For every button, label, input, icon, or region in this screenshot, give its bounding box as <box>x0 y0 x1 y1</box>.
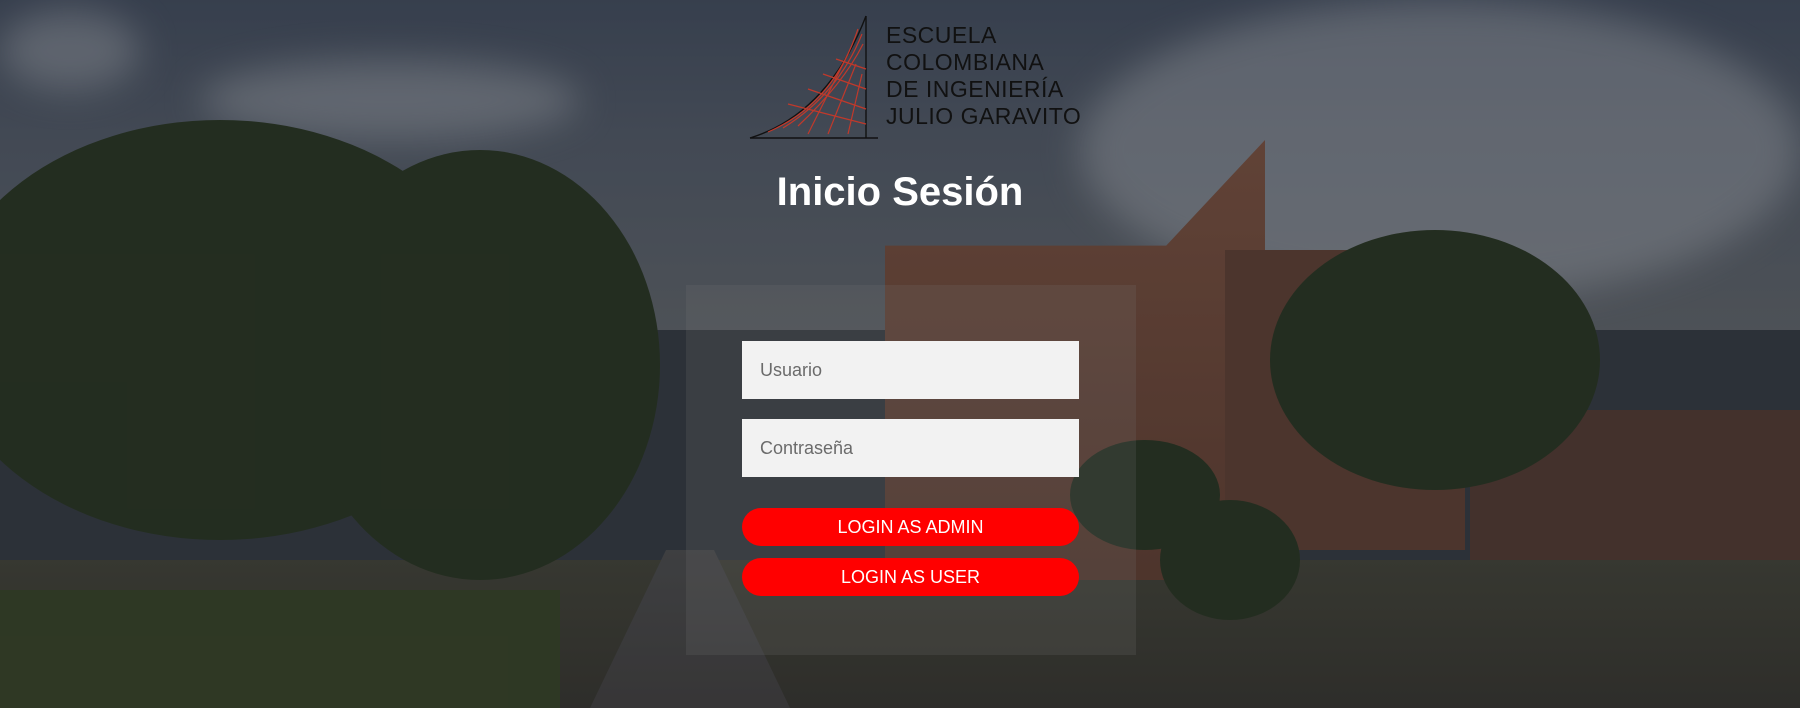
logo-emblem-icon <box>749 15 878 139</box>
logo-line: COLOMBIANA <box>886 49 1045 75</box>
logo-wordmark: ESCUELA COLOMBIANA DE INGENIERÍA JULIO G… <box>886 22 1081 130</box>
page-title: Inicio Sesión <box>776 170 1024 214</box>
logo-line: DE INGENIERÍA <box>886 76 1064 102</box>
password-input[interactable] <box>742 419 1079 477</box>
logo-line: ESCUELA <box>886 22 997 48</box>
university-logo: ESCUELA COLOMBIANA DE INGENIERÍA JULIO G… <box>748 14 1081 142</box>
logo-line: JULIO GARAVITO <box>886 103 1082 129</box>
login-admin-button[interactable]: LOGIN AS ADMIN <box>742 508 1079 546</box>
username-input[interactable] <box>742 341 1079 399</box>
login-user-button[interactable]: LOGIN AS USER <box>742 558 1079 596</box>
